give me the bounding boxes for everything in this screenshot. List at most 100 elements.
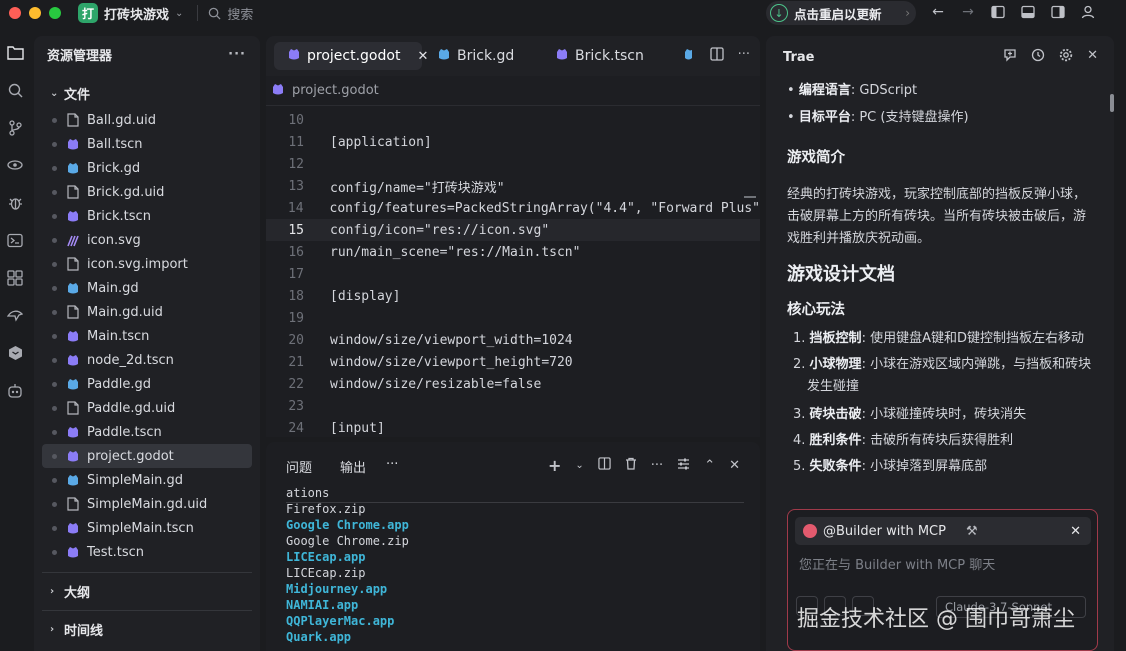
godot-scene-icon (66, 329, 80, 343)
restart-update-button[interactable]: ↓ 点击重启以更新 › (766, 1, 916, 25)
git-status-dot (52, 549, 57, 555)
toggle-bottom-panel-icon[interactable] (1020, 3, 1036, 21)
chat-scrollbar[interactable] (1110, 94, 1114, 112)
robot-icon[interactable] (0, 372, 30, 410)
file-item[interactable]: Brick.tscn (42, 204, 252, 228)
code-line[interactable]: 16 run/main_scene="res://Main.tscn" (266, 241, 760, 263)
close-window-button[interactable] (9, 7, 21, 19)
panel-more-tabs[interactable]: ··· (386, 457, 398, 472)
tab-brick-gd[interactable]: Brick.gd (424, 42, 514, 70)
history-icon[interactable] (1031, 48, 1045, 66)
tab-output[interactable]: 输出 (340, 457, 366, 476)
code-line[interactable]: 10 (266, 109, 760, 131)
file-item[interactable]: SimpleMain.gd.uid (42, 492, 252, 516)
run-debug-icon[interactable] (0, 147, 30, 185)
remove-agent-icon[interactable]: ✕ (1070, 524, 1081, 539)
tab-overflow[interactable] (670, 42, 692, 70)
code-line[interactable]: 11 [application] (266, 131, 760, 153)
line-number: 14 (287, 200, 304, 216)
remote-icon[interactable] (0, 297, 30, 335)
new-chat-icon[interactable] (1003, 48, 1017, 66)
tab-brick-tscn[interactable]: Brick.tscn (542, 42, 644, 70)
tab-problems[interactable]: 问题 (286, 457, 312, 476)
line-number: 13 (288, 178, 304, 194)
divider (42, 610, 252, 611)
forward-arrow-icon[interactable]: → (960, 3, 976, 21)
terminal-output[interactable]: ations Firefox.zip Google Chrome.app Google… (286, 486, 744, 646)
file-item[interactable]: SimpleMain.tscn (42, 516, 252, 540)
code-line[interactable]: 22 window/size/resizable=false (266, 373, 760, 395)
close-panel-icon[interactable]: ✕ (729, 458, 740, 473)
timeline-section-header[interactable]: › 时间线 (34, 618, 103, 640)
search-box[interactable]: 搜索 (208, 4, 253, 23)
code-line[interactable]: 14 config/features=PackedStringArray("4.4… (266, 197, 760, 219)
file-item[interactable]: Main.gd.uid (42, 300, 252, 324)
file-name: Ball.tscn (87, 136, 143, 152)
toggle-right-panel-icon[interactable] (1050, 3, 1066, 21)
file-item[interactable]: Paddle.gd.uid (42, 396, 252, 420)
file-item[interactable]: Main.gd (42, 276, 252, 300)
gear-icon[interactable] (1059, 48, 1073, 66)
close-icon[interactable]: ✕ (1087, 48, 1098, 66)
split-terminal-icon[interactable] (598, 457, 611, 474)
file-item[interactable]: SimpleMain.gd (42, 468, 252, 492)
code-line[interactable]: 15 config/icon="res://icon.svg" (266, 219, 760, 241)
file-item[interactable]: icon.svg.import (42, 252, 252, 276)
agent-chip[interactable]: @Builder with MCP ⚒ ✕ (795, 517, 1091, 545)
file-item[interactable]: node_2d.tscn (42, 348, 252, 372)
file-item[interactable]: project.godot (42, 444, 252, 468)
source-control-icon[interactable] (0, 109, 30, 147)
settings-sliders-icon[interactable] (677, 458, 690, 474)
file-name: project.godot (87, 448, 174, 464)
title-bar: 打 打砖块游戏 ⌄ 搜索 ↓ 点击重启以更新 › ← → (0, 0, 1126, 26)
code-line[interactable]: 23 (266, 395, 760, 417)
back-arrow-icon[interactable]: ← (930, 3, 946, 21)
code-line[interactable]: 13 config/name="打砖块游戏" (266, 175, 760, 197)
project-name[interactable]: 打砖块游戏 (104, 4, 169, 23)
code-line[interactable]: 19 (266, 307, 760, 329)
split-editor-icon[interactable] (709, 47, 724, 65)
trash-icon[interactable] (625, 457, 637, 474)
code-line[interactable]: 24 [input] (266, 417, 760, 437)
file-item[interactable]: Main.tscn (42, 324, 252, 348)
file-item[interactable]: Paddle.tscn (42, 420, 252, 444)
chat-input-placeholder[interactable]: 您正在与 Builder with MCP 聊天 (799, 554, 995, 573)
file-item[interactable]: icon.svg (42, 228, 252, 252)
package-icon[interactable] (0, 334, 30, 372)
file-item[interactable]: Test.tscn (42, 540, 252, 564)
file-item[interactable]: Ball.tscn (42, 132, 252, 156)
account-icon[interactable] (1080, 3, 1096, 21)
outline-section-header[interactable]: › 大纲 (34, 580, 90, 602)
breadcrumb-file[interactable]: project.godot (292, 83, 379, 98)
files-section-header[interactable]: ⌄ 文件 (34, 82, 90, 104)
more-options-icon[interactable]: ··· (228, 47, 246, 62)
file-item[interactable]: Paddle.gd (42, 372, 252, 396)
code-line[interactable]: 12 (266, 153, 760, 175)
more-options-icon[interactable]: ··· (738, 47, 750, 65)
minimize-window-button[interactable] (29, 7, 41, 19)
terminal-icon[interactable] (0, 222, 30, 260)
maximize-window-button[interactable] (49, 7, 61, 19)
maximize-panel-icon[interactable]: ⌃ (704, 458, 715, 473)
explorer-icon[interactable] (0, 34, 30, 72)
file-name: Paddle.tscn (87, 424, 162, 440)
file-item[interactable]: Brick.gd.uid (42, 180, 252, 204)
bug-icon[interactable] (0, 184, 30, 222)
file-item[interactable]: Ball.gd.uid (42, 108, 252, 132)
more-options-icon[interactable]: ··· (651, 458, 663, 473)
code-line[interactable]: 18 [display] (266, 285, 760, 307)
code-line[interactable]: 20 window/size/viewport_width=1024 (266, 329, 760, 351)
toggle-left-panel-icon[interactable] (990, 3, 1006, 21)
chevron-down-icon[interactable]: ⌄ (575, 460, 583, 471)
file-name: SimpleMain.gd (87, 472, 184, 488)
extensions-icon[interactable] (0, 259, 30, 297)
code-line[interactable]: 21 window/size/viewport_height=720 (266, 351, 760, 373)
list-item: 1. 挡板控制: 使用键盘A键和D键控制挡板左右移动 (787, 328, 1097, 350)
file-name: Ball.gd.uid (87, 112, 156, 128)
chevron-down-icon[interactable]: ⌄ (175, 8, 183, 19)
file-item[interactable]: Brick.gd (42, 156, 252, 180)
tab-project-godot[interactable]: project.godot ✕ (274, 42, 428, 70)
search-icon[interactable] (0, 72, 30, 110)
code-line[interactable]: 17 (266, 263, 760, 285)
add-terminal-icon[interactable]: + (548, 456, 561, 475)
